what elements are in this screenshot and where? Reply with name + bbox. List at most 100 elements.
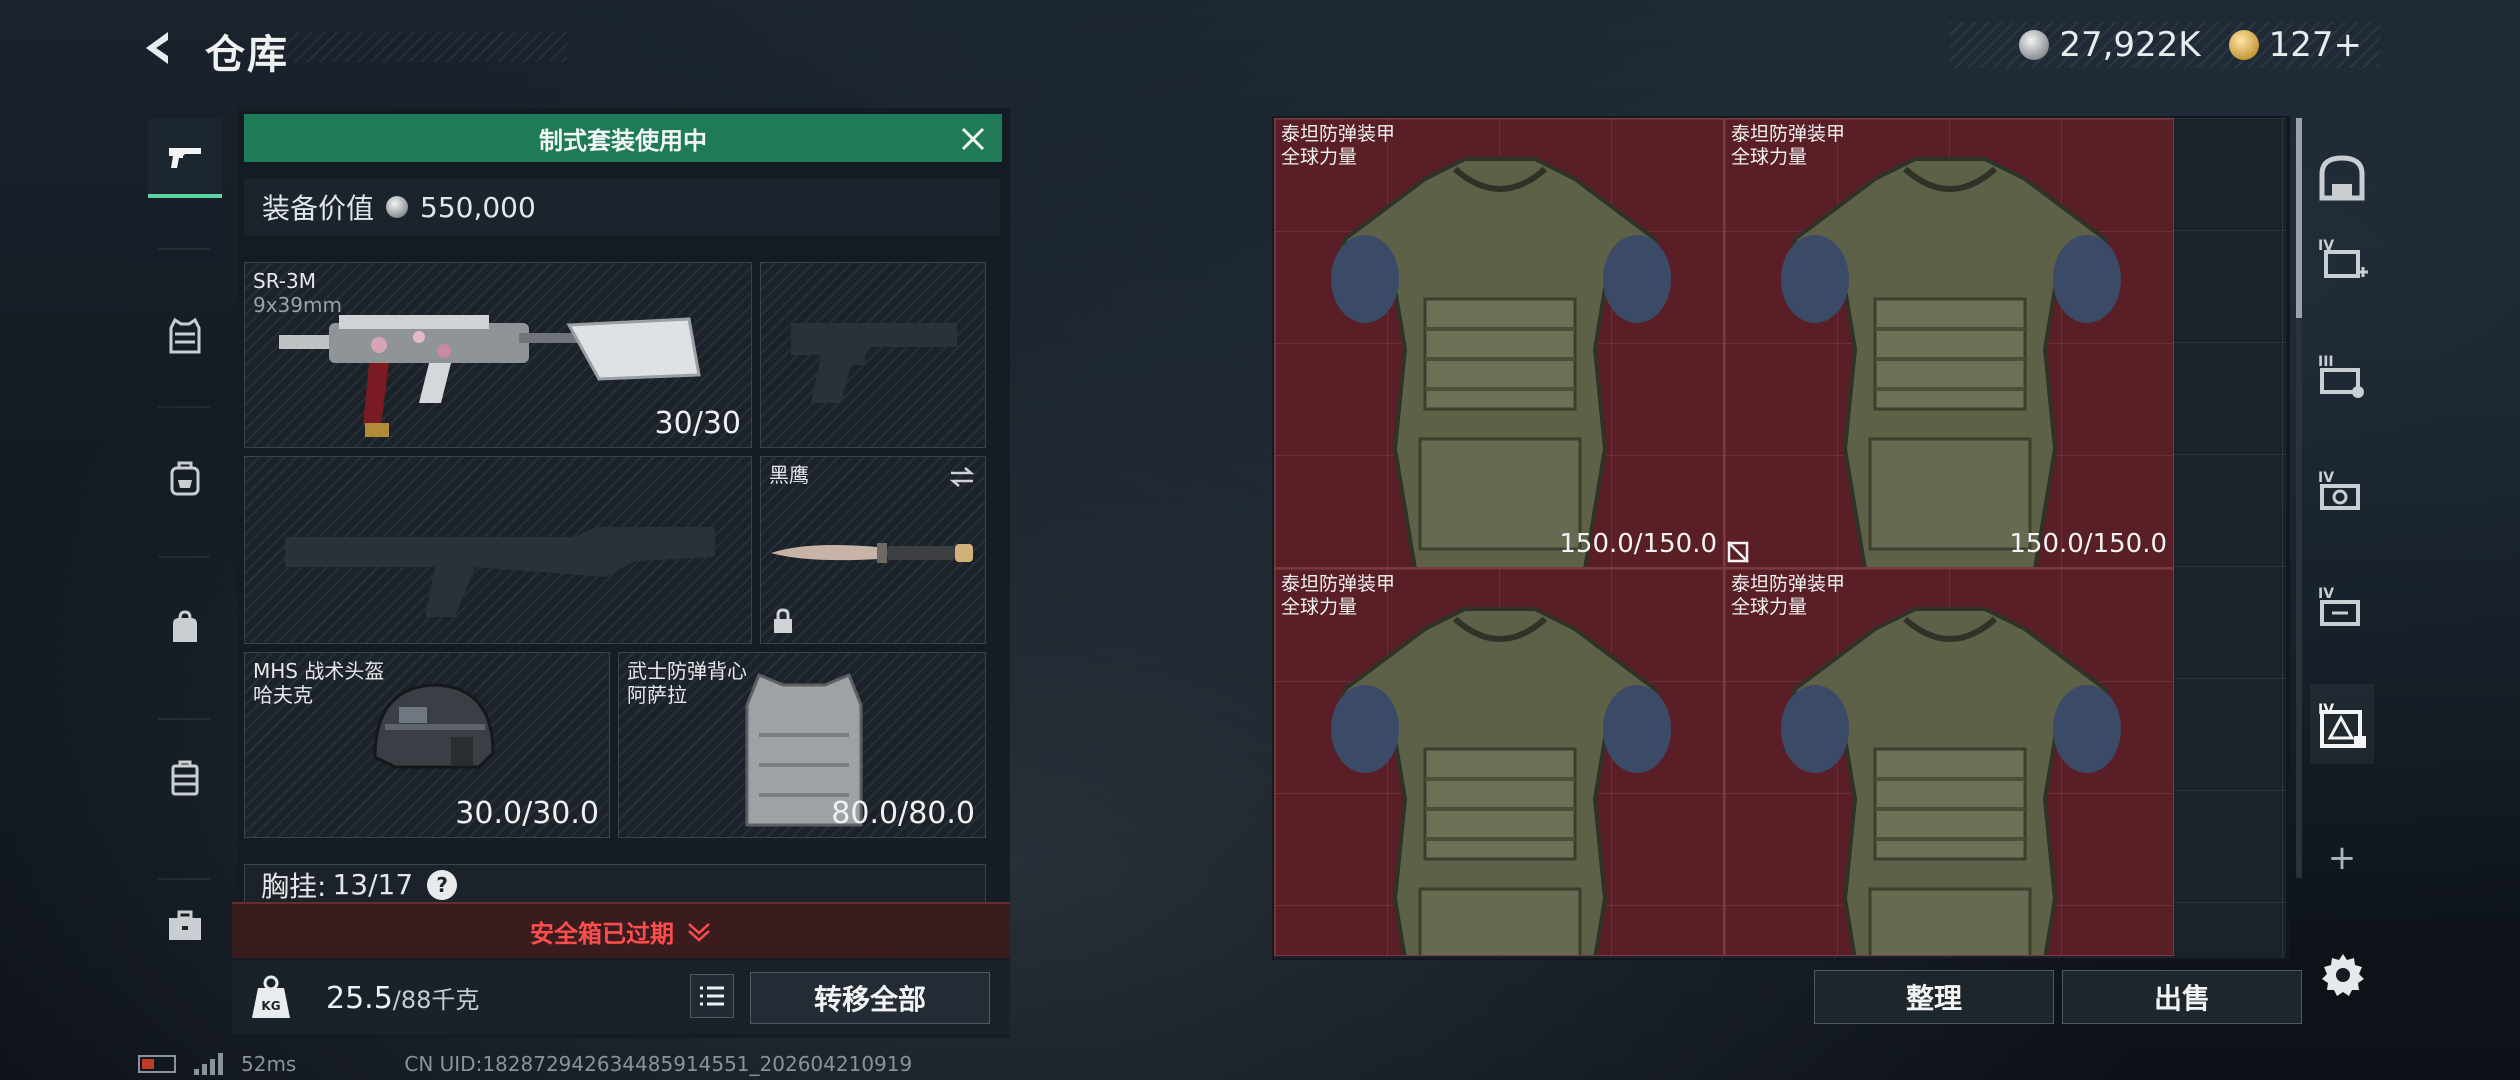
body-armor-durability: 80.0/80.0 [831, 796, 975, 831]
sidearm-slot[interactable] [760, 262, 986, 448]
settings-gear-icon[interactable] [2318, 950, 2368, 1000]
signal-icon [194, 1053, 223, 1075]
helmet-slot[interactable]: MHS 战术头盔 哈夫克 30.0/30.0 [244, 652, 610, 838]
body-armor-brand: 阿萨拉 [627, 683, 687, 707]
knife-image [771, 543, 973, 563]
item-name: 泰坦防弹装甲 [1731, 573, 1846, 595]
transfer-all-button[interactable]: 转移全部 [750, 972, 990, 1024]
item-durability: 150.0/150.0 [2009, 529, 2167, 559]
primary-weapon-ammo: 30/30 [654, 406, 741, 441]
chest-rig-capacity: 13/17 [332, 868, 414, 901]
page-title: 仓库 [205, 32, 289, 78]
equipment-value-row: 装备价值 550,000 [244, 178, 1000, 236]
tab-safe-house[interactable] [2310, 138, 2374, 218]
storage-scroll-thumb[interactable] [2296, 118, 2302, 318]
safe-box-expired-text: 安全箱已过期 [530, 919, 674, 948]
lock-icon [774, 608, 792, 633]
storage-item[interactable]: 泰坦防弹装甲 全球力量 150.0/150.0 [1724, 118, 2174, 568]
rifle-silhouette-icon [285, 527, 715, 617]
no-insurance-icon [1726, 540, 1750, 564]
gold-coin-icon [2228, 30, 2259, 60]
vest-icon [169, 317, 201, 354]
battery-icon [138, 1055, 176, 1073]
tab-safe-box[interactable] [148, 738, 222, 818]
pistol-icon [169, 148, 201, 168]
close-icon[interactable] [955, 122, 991, 156]
silver-coin-icon [386, 196, 409, 218]
svg-text:IV: IV [2318, 470, 2334, 486]
weight-icon: KG [248, 972, 294, 1022]
currency-bar: 27,922K 127+ [1949, 22, 2380, 68]
carry-weight: 25.5/88千克 [326, 980, 479, 1016]
body-armor-slot[interactable]: 武士防弹背心 阿萨拉 80.0/80.0 [618, 652, 986, 838]
equipment-value: 550,000 [420, 190, 536, 224]
sell-button[interactable]: 出售 [2062, 970, 2302, 1024]
help-icon[interactable]: ? [427, 869, 458, 900]
sr-3m-rifle-image [279, 315, 701, 437]
helmet-durability: 30.0/30.0 [455, 796, 599, 831]
titan-armor-image [1331, 607, 1671, 955]
briefcase-icon [169, 910, 201, 940]
safe-box-expired-bar[interactable]: 安全箱已过期 [232, 902, 1010, 958]
carry-weight-capacity: /88千克 [392, 986, 480, 1014]
svg-text:IV: IV [2318, 586, 2334, 602]
silver-coin-icon [2019, 30, 2050, 60]
add-icon: + [2327, 838, 2357, 878]
helmet-image [373, 683, 495, 769]
svg-text:KG: KG [261, 999, 280, 1013]
tab-storage-5[interactable]: IV [2310, 684, 2374, 764]
item-name: 泰坦防弹装甲 [1731, 123, 1846, 145]
back-arrow-icon[interactable] [138, 26, 182, 70]
storage-tier-iv-add-icon: IV [2318, 238, 2368, 278]
storage-tab-rail: IV III IV IV IV + [2306, 118, 2378, 968]
tab-bag[interactable] [148, 588, 222, 668]
chest-rig-capacity-row: 胸挂: 13/17 ? [244, 864, 986, 904]
chest-rig-label: 胸挂: [261, 869, 327, 903]
equipment-value-label: 装备价值 [262, 192, 375, 225]
secondary-weapon-slot[interactable] [244, 456, 752, 644]
storage-item[interactable]: 泰坦防弹装甲 全球力量 150.0/150.0 [1274, 118, 1724, 568]
add-storage-tab[interactable]: + [2310, 818, 2374, 898]
status-footer: 52ms CN UID:182872942634485914551_202604… [138, 1052, 912, 1076]
safe-house-icon [2319, 155, 2365, 201]
storage-tier-iv-alt-icon: IV [2318, 586, 2360, 626]
storage-item[interactable]: 泰坦防弹装甲 全球力量 [1724, 568, 2174, 956]
bag-icon [173, 610, 197, 642]
item-name: 泰坦防弹装甲 [1281, 573, 1396, 595]
tab-storage-2[interactable]: III [2310, 336, 2374, 416]
tab-storage-4[interactable]: IV [2310, 568, 2374, 648]
sort-button[interactable]: 整理 [1814, 970, 2054, 1024]
item-durability: 150.0/150.0 [1559, 529, 1717, 559]
storage-tier-iv-icon: IV [2318, 470, 2360, 510]
box-icon [171, 760, 199, 796]
tab-storage-1[interactable]: IV [2310, 220, 2374, 300]
melee-name: 黑鹰 [769, 463, 809, 487]
melee-slot[interactable]: 黑鹰 [760, 456, 986, 644]
storage-item[interactable]: 泰坦防弹装甲 全球力量 [1274, 568, 1724, 956]
titan-armor-image [1781, 607, 2121, 955]
item-name: 泰坦防弹装甲 [1281, 123, 1396, 145]
standard-suit-banner: 制式套装使用中 [244, 114, 1002, 162]
tab-backpack[interactable] [148, 438, 222, 518]
backpack-icon [170, 461, 200, 496]
silver-currency-value: 27,922K [2059, 25, 2201, 65]
carry-weight-value: 25.5 [326, 981, 393, 1016]
svg-text:III: III [2318, 354, 2334, 370]
tab-briefcase[interactable] [148, 886, 222, 966]
pistol-silhouette-icon [791, 323, 957, 403]
tab-storage-3[interactable]: IV [2310, 452, 2374, 532]
tab-chest-rig[interactable] [148, 296, 222, 376]
titan-armor-image [1331, 157, 1671, 567]
swap-icon[interactable] [947, 465, 977, 489]
storage-tier-iv-active-icon: IV [2318, 702, 2366, 748]
gold-currency-value[interactable]: 127+ [2269, 25, 2362, 65]
list-icon [700, 986, 724, 1006]
tab-weapons[interactable] [148, 118, 222, 198]
titan-armor-image [1781, 157, 2121, 567]
ping-value: 52ms [241, 1052, 297, 1076]
title-decoration [285, 32, 567, 62]
chevron-down-icon [688, 923, 710, 942]
primary-weapon-slot[interactable]: SR-3M 9x39mm 30/30 [244, 262, 752, 448]
list-view-button[interactable] [690, 974, 734, 1018]
user-uid: CN UID:182872942634485914551_20260421091… [404, 1052, 913, 1076]
